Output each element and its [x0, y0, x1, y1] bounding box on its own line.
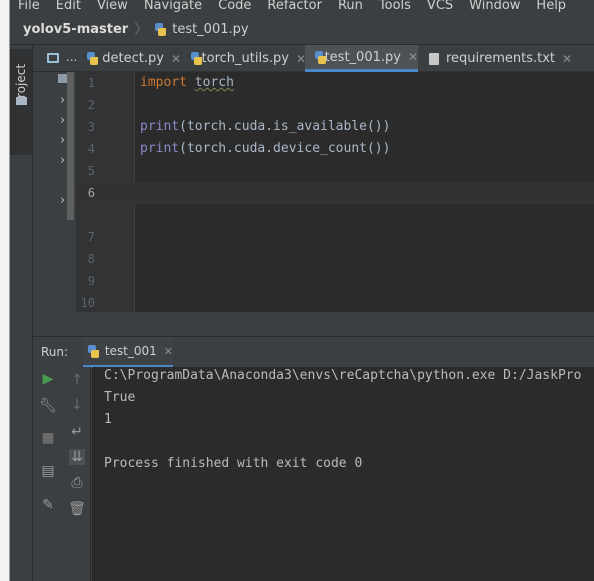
- code-line-3: print(torch.cuda.is_available()): [140, 119, 390, 134]
- run-panel-label: Run:: [41, 345, 69, 359]
- text-file-icon: [429, 52, 439, 65]
- menu-run[interactable]: Run: [330, 0, 371, 12]
- tab-test-001[interactable]: test_001.py ✕: [305, 45, 418, 72]
- tree-expand-arrow-icon[interactable]: ›: [60, 113, 65, 128]
- breadcrumb-project[interactable]: yolov5-master: [23, 22, 128, 37]
- soft-wrap-icon[interactable]: ↵: [69, 424, 85, 440]
- project-scrollbar[interactable]: [67, 72, 74, 220]
- tree-expand-arrow-icon[interactable]: ›: [60, 93, 65, 108]
- navigation-bar: yolov5-master 〉 test_001.py: [10, 14, 594, 45]
- menubar: File Edit View Navigate Code Refactor Ru…: [10, 0, 594, 14]
- tab-torch-utils[interactable]: torch_utils.py ✕: [186, 45, 306, 72]
- close-icon[interactable]: ✕: [408, 50, 418, 64]
- run-tab-label: test_001: [104, 344, 157, 358]
- project-panel-header: ...: [33, 45, 77, 72]
- breadcrumb-separator-icon: 〉: [134, 22, 149, 38]
- pin-icon[interactable]: ✎: [40, 497, 56, 513]
- adjacent-window-edge: [0, 0, 10, 581]
- menu-edit[interactable]: Edit: [48, 0, 89, 12]
- line-number: 5: [87, 164, 95, 178]
- run-panel-header: Run: test_001 ✕: [33, 336, 594, 368]
- run-toolbar-primary: ▶ 🔧︎ ■ ▤ ✎: [33, 367, 62, 581]
- python-file-icon: [87, 344, 99, 358]
- line-number: 9: [87, 274, 95, 288]
- run-console[interactable]: C:\ProgramData\Anaconda3\envs\reCaptcha\…: [92, 367, 594, 581]
- line-number: 3: [87, 120, 95, 134]
- menu-window[interactable]: Window: [461, 0, 528, 12]
- console-line: C:\ProgramData\Anaconda3\envs\reCaptcha\…: [104, 368, 582, 383]
- tab-detect[interactable]: detect.py ✕: [82, 45, 181, 72]
- line-number: 10: [80, 296, 95, 310]
- left-tool-strip: Project: [10, 45, 33, 581]
- menu-navigate[interactable]: Navigate: [136, 0, 210, 12]
- console-line: True: [104, 390, 136, 405]
- print-icon[interactable]: ⎙: [69, 475, 85, 491]
- line-number: 2: [87, 98, 95, 112]
- rerun-icon[interactable]: ▶: [40, 371, 56, 387]
- code-args: (torch.cuda.device_count()): [179, 141, 391, 156]
- menu-help[interactable]: Help: [528, 0, 574, 12]
- menu-view[interactable]: View: [89, 0, 136, 12]
- code-args: (torch.cuda.is_available()): [179, 119, 391, 134]
- python-file-icon: [190, 52, 202, 65]
- arrow-down-icon[interactable]: ↓: [69, 397, 85, 413]
- tab-label: detect.py: [102, 51, 164, 66]
- menu-tools[interactable]: Tools: [371, 0, 419, 12]
- console-line: 1: [104, 412, 112, 427]
- tab-label: torch_utils.py: [201, 51, 289, 66]
- tree-expand-arrow-icon[interactable]: ›: [60, 133, 65, 148]
- module-name: torch: [194, 75, 234, 90]
- menu-vcs[interactable]: VCS: [419, 0, 461, 12]
- builtin-print: print: [140, 119, 180, 134]
- tab-label: test_001.py: [324, 49, 401, 65]
- line-number: 8: [87, 252, 95, 266]
- close-icon[interactable]: ✕: [562, 52, 572, 66]
- stop-icon[interactable]: ■: [40, 430, 56, 446]
- run-toolbar-secondary: ↑ ↓ ↵ ⇊ ⎙ 🗑︎: [62, 367, 91, 581]
- menu-refactor[interactable]: Refactor: [259, 0, 330, 12]
- run-config-tab[interactable]: test_001 ✕: [83, 337, 173, 368]
- editor-tab-bar: detect.py ✕ torch_utils.py ✕ test_001.py…: [76, 45, 594, 72]
- line-number: 7: [87, 230, 95, 244]
- line-number-current: 6: [87, 186, 95, 200]
- close-icon[interactable]: ✕: [171, 52, 181, 66]
- builtin-print: print: [140, 141, 180, 156]
- project-view-icon[interactable]: [47, 53, 59, 63]
- tree-expand-arrow-icon[interactable]: ›: [60, 193, 65, 208]
- code-line-1: import torch: [140, 75, 234, 90]
- scroll-to-end-icon[interactable]: ⇊: [69, 449, 85, 465]
- tab-requirements[interactable]: requirements.txt ✕: [426, 45, 594, 72]
- code-line-4: print(torch.cuda.device_count()): [140, 141, 390, 156]
- python-file-icon: [86, 52, 98, 65]
- project-tool-tab[interactable]: Project: [10, 49, 32, 155]
- code-editor[interactable]: import torch print(torch.cuda.is_availab…: [135, 72, 594, 312]
- folder-icon: [16, 97, 27, 105]
- python-file-icon: [314, 50, 326, 64]
- editor-gutter: 1 2 3 4 5 6 7 8 9 10: [76, 72, 135, 312]
- menu-file[interactable]: File: [10, 0, 48, 12]
- layout-icon[interactable]: ▤: [40, 463, 56, 479]
- tab-label: requirements.txt: [446, 51, 556, 66]
- python-file-icon: [154, 22, 167, 36]
- arrow-up-icon[interactable]: ↑: [69, 372, 85, 388]
- trash-icon[interactable]: 🗑︎: [68, 501, 86, 517]
- line-number: 1: [87, 76, 95, 90]
- menu-code[interactable]: Code: [210, 0, 259, 12]
- keyword-import: import: [140, 75, 187, 90]
- tree-expand-arrow-icon[interactable]: ›: [60, 153, 65, 168]
- breadcrumb-file[interactable]: test_001.py: [172, 22, 248, 37]
- wrench-icon[interactable]: 🔧︎: [39, 398, 57, 414]
- console-line: Process finished with exit code 0: [104, 456, 363, 471]
- current-line-highlight: [135, 182, 594, 204]
- close-icon[interactable]: ✕: [164, 345, 173, 358]
- line-number: 4: [87, 142, 95, 156]
- project-panel: ... › › › › ›: [33, 45, 77, 336]
